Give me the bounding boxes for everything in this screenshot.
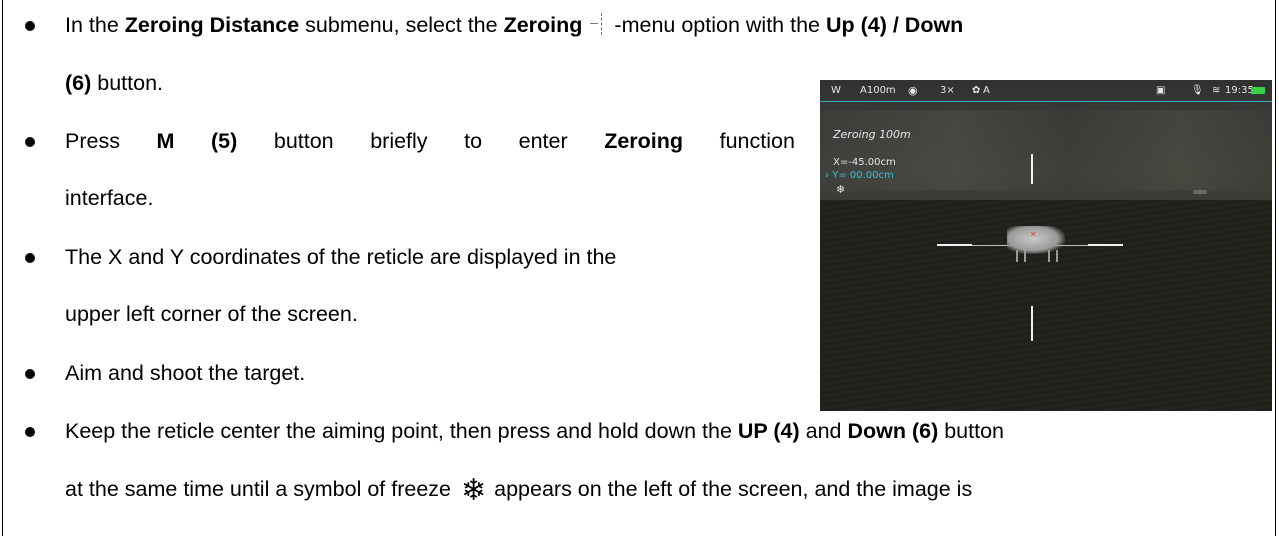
bold-text: (6): [65, 71, 92, 95]
x-coordinate: X=-45.00cm: [833, 157, 896, 168]
zeroing-cross-icon: [590, 13, 612, 35]
zoom-label: 3×: [940, 85, 955, 96]
text: button.: [91, 71, 164, 95]
text: The X and Y coordinates of the reticle a…: [65, 245, 617, 269]
bold-text: Zeroing Distance: [124, 13, 300, 37]
instruction-line-7: Aim and shoot the target.: [65, 358, 305, 388]
freeze-icon: ❄: [836, 183, 846, 196]
bullet: [25, 21, 35, 31]
distance-label: A100m: [860, 85, 896, 96]
instruction-line-1: In the Zeroing Distance submenu, select …: [65, 10, 963, 40]
clock-time: 19:35: [1225, 85, 1254, 96]
instruction-line-5: The X and Y coordinates of the reticle a…: [65, 242, 616, 272]
text: upper left corner of the screen.: [65, 302, 358, 326]
recording-icon: ▣: [1156, 85, 1166, 96]
document-frame: In the Zeroing Distance submenu, select …: [2, 0, 1276, 536]
boar-leg: [1016, 250, 1018, 262]
text: function: [719, 129, 795, 153]
instruction-line-6: upper left corner of the screen.: [65, 299, 358, 329]
status-bar: W A100m ◉ 3× ✿ A ▣ 🎙 ≋ 19:35: [820, 80, 1272, 102]
y-coordinate: Y= 00.00cm: [832, 170, 894, 181]
text: to: [464, 129, 483, 153]
text: interface.: [65, 186, 154, 210]
bullet: [25, 369, 35, 379]
bullet: [25, 427, 35, 437]
boar-leg: [1024, 250, 1026, 262]
instruction-line-9: at the same time until a symbol of freez…: [65, 474, 972, 506]
text: Aim and shoot the target.: [65, 361, 306, 385]
instruction-line-2: (6) button.: [65, 68, 163, 98]
zeroing-distance-label: Zeroing 100m: [833, 128, 911, 141]
bullet: [25, 253, 35, 263]
reticle-left: [937, 244, 972, 246]
boar-leg: [1048, 250, 1050, 262]
bold-text: Zeroing: [503, 13, 583, 37]
calibration-icon: ✿: [972, 85, 981, 96]
bold-text: Up (4) / Down: [825, 13, 964, 37]
text: appears on the left of the screen, and t…: [494, 477, 973, 501]
instruction-line-8: Keep the reticle center the aiming point…: [65, 416, 1004, 446]
microphone-icon: 🎙: [1191, 85, 1204, 96]
freeze-snowflake-icon: ❄: [460, 473, 487, 508]
status-bar-underline: [820, 101, 1272, 102]
calibration-label: A: [983, 85, 990, 96]
text: In the: [65, 13, 125, 37]
distant-animal: [1193, 190, 1207, 194]
eye-icon: ◉: [908, 84, 918, 97]
impact-mark-icon: ✕: [1030, 230, 1037, 239]
bold-text: Zeroing: [604, 129, 684, 153]
text: button: [273, 129, 334, 153]
bold-text: Down (6): [847, 419, 939, 443]
bold-text: UP (4): [737, 419, 800, 443]
text: at the same time until a symbol of freez…: [65, 477, 451, 501]
text: briefly: [370, 129, 428, 153]
text: button: [938, 419, 1004, 443]
text: -menu option with the: [614, 13, 826, 37]
reticle-top: [1031, 154, 1033, 184]
reticle-bottom: [1031, 306, 1033, 341]
boar-leg: [1056, 250, 1058, 262]
instruction-line-4: interface.: [65, 183, 153, 213]
instruction-line-3: Press M (5) button briefly to enter Zero…: [65, 126, 795, 156]
text: submenu, select the: [299, 13, 504, 37]
battery-icon: [1251, 87, 1265, 94]
mode-label: W: [831, 85, 841, 96]
bold-text: M: [156, 129, 175, 153]
reticle-right: [1088, 244, 1123, 246]
y-coordinate-selected: › Y= 00.00cm: [825, 170, 894, 181]
text: and: [799, 419, 848, 443]
wifi-icon: ≋: [1212, 85, 1221, 96]
text: Keep the reticle center the aiming point…: [65, 419, 738, 443]
bullet: [25, 137, 35, 147]
bold-text: (5): [211, 129, 238, 153]
text: Press: [65, 129, 120, 153]
text: enter: [518, 129, 568, 153]
device-screen-image: W A100m ◉ 3× ✿ A ▣ 🎙 ≋ 19:35 Zeroing 100…: [820, 80, 1272, 411]
